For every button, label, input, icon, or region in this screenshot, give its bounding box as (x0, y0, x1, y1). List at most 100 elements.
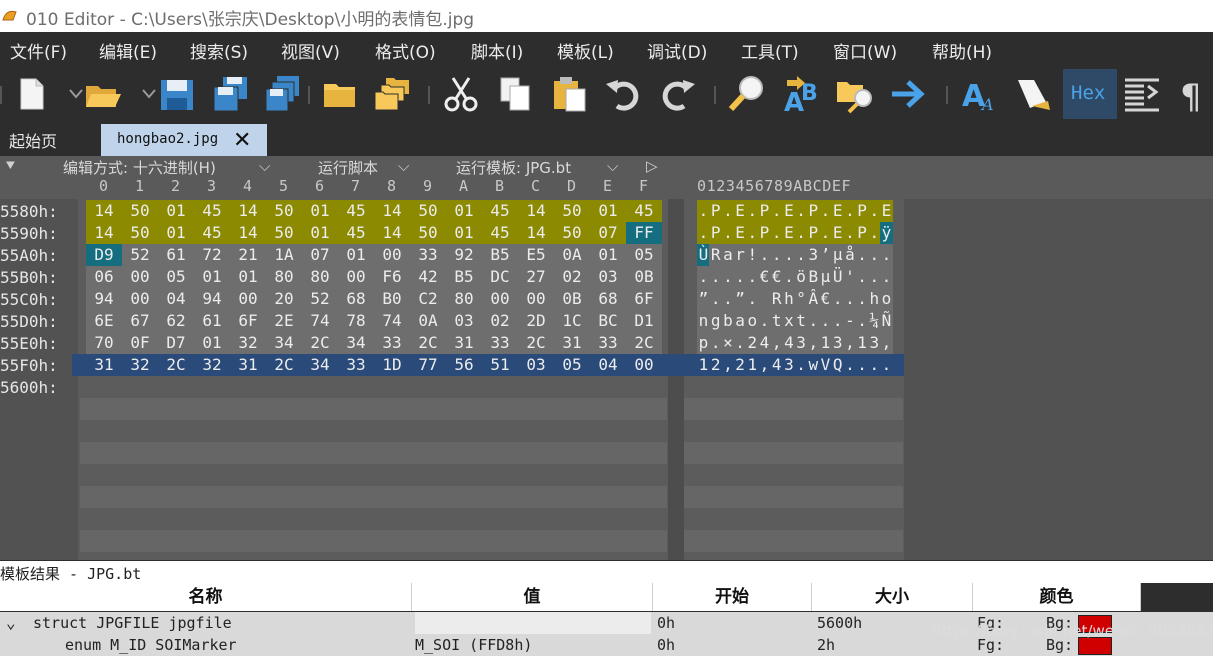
text-char[interactable]: . (868, 354, 881, 376)
hex-byte[interactable]: 50 (122, 200, 158, 222)
text-char[interactable]: R (770, 288, 784, 310)
text-char[interactable]: . (867, 244, 881, 266)
hex-byte[interactable]: 01 (230, 266, 266, 288)
hex-byte[interactable]: 6F (626, 288, 662, 310)
hex-byte[interactable]: 31 (554, 332, 590, 354)
find-icon[interactable] (727, 74, 767, 114)
text-char[interactable]: o (880, 288, 893, 310)
hex-byte[interactable]: 2C (518, 332, 554, 354)
text-char[interactable]: 2 (709, 354, 722, 376)
menu-edit[interactable]: 编辑(E) (99, 38, 157, 63)
hex-byte[interactable]: 00 (374, 244, 410, 266)
hex-byte[interactable]: 00 (230, 288, 266, 310)
text-char[interactable]: 3 (867, 332, 881, 354)
hex-byte[interactable]: 20 (266, 288, 302, 310)
goto-icon[interactable] (888, 74, 928, 114)
hex-byte[interactable]: E5 (518, 244, 554, 266)
text-char[interactable]: p (697, 332, 710, 354)
text-char[interactable]: . (697, 200, 710, 222)
pane-divider[interactable] (668, 199, 684, 560)
text-char[interactable]: € (819, 288, 832, 310)
text-char[interactable]: . (880, 354, 893, 376)
text-char[interactable]: ¼ (867, 310, 881, 332)
tab-hongbao2[interactable]: hongbao2.jpg ✕ (101, 124, 267, 156)
open-workspace-icon[interactable] (320, 74, 360, 114)
hex-byte[interactable]: 2D (518, 310, 554, 332)
hex-byte[interactable]: 1A (266, 244, 302, 266)
text-char[interactable]: . (819, 310, 832, 332)
hex-byte[interactable]: 21 (230, 244, 266, 266)
hex-byte[interactable]: 77 (410, 354, 446, 376)
text-char[interactable]: Q (831, 354, 844, 376)
hex-byte[interactable]: 6E (86, 310, 122, 332)
text-char[interactable]: 1 (819, 332, 832, 354)
replace-icon[interactable]: AB (783, 74, 823, 114)
menu-file[interactable]: 文件(F) (10, 38, 67, 63)
hex-byte[interactable]: 42 (410, 266, 446, 288)
close-icon[interactable]: ✕ (233, 130, 251, 152)
chevron-down-icon[interactable] (128, 74, 156, 114)
text-char[interactable]: ’ (819, 244, 832, 266)
hex-byte[interactable]: 14 (86, 200, 122, 222)
text-char[interactable]: . (721, 266, 735, 288)
text-char[interactable]: . (855, 288, 869, 310)
hex-byte[interactable]: 45 (482, 222, 518, 244)
text-char[interactable]: 4 (782, 332, 796, 354)
hex-byte[interactable]: 00 (338, 266, 374, 288)
hex-byte[interactable]: 94 (194, 288, 230, 310)
hex-byte[interactable]: FF (626, 222, 662, 244)
hex-byte[interactable]: 52 (302, 288, 338, 310)
hex-byte[interactable]: 45 (626, 200, 662, 222)
run-template-button[interactable]: 运行模板: JPG.bt (456, 157, 571, 178)
hex-byte[interactable]: 02 (482, 310, 518, 332)
hex-byte[interactable]: 78 (338, 310, 374, 332)
text-char[interactable]: - (843, 310, 857, 332)
hex-byte[interactable]: 68 (338, 288, 374, 310)
hex-byte[interactable]: DC (482, 266, 518, 288)
text-char[interactable]: € (758, 266, 771, 288)
chevron-down-icon[interactable]: ⌵ (398, 157, 409, 175)
text-char[interactable]: 4 (770, 354, 783, 376)
hex-byte[interactable]: D7 (158, 332, 194, 354)
hex-byte[interactable]: 02 (554, 266, 590, 288)
hex-byte[interactable]: 07 (590, 222, 626, 244)
chevron-down-icon[interactable] (55, 74, 83, 114)
hex-byte[interactable]: 31 (86, 354, 122, 376)
hex-byte[interactable]: 33 (410, 244, 446, 266)
hex-byte[interactable]: 01 (590, 244, 626, 266)
header-start[interactable]: 开始 (653, 583, 812, 611)
hex-byte[interactable]: 0A (410, 310, 446, 332)
find-in-files-icon[interactable] (835, 74, 875, 114)
hex-byte[interactable]: 31 (230, 354, 266, 376)
hex-byte[interactable]: BC (590, 310, 626, 332)
text-char[interactable]: . (831, 310, 845, 332)
hex-byte[interactable]: 34 (266, 332, 302, 354)
text-char[interactable]: € (770, 266, 784, 288)
text-char[interactable]: . (721, 288, 735, 310)
text-char[interactable]: t (794, 310, 808, 332)
text-char[interactable]: Ù (697, 244, 710, 266)
chevron-down-icon[interactable]: ⌵ (607, 157, 618, 175)
hex-byte[interactable]: 50 (410, 200, 446, 222)
text-char[interactable]: . (880, 244, 893, 266)
text-char[interactable]: ” (697, 288, 710, 310)
hex-byte[interactable]: 1D (374, 354, 410, 376)
text-char[interactable]: . (831, 288, 845, 310)
chevron-down-icon[interactable]: ⌵ (259, 157, 270, 175)
hex-byte[interactable]: 80 (446, 288, 482, 310)
text-char[interactable]: 4 (758, 332, 771, 354)
hex-byte[interactable]: 45 (338, 222, 374, 244)
text-char[interactable]: . (867, 200, 881, 222)
hex-byte[interactable]: 05 (626, 244, 662, 266)
hex-byte[interactable]: 03 (518, 354, 554, 376)
text-char[interactable]: . (855, 244, 869, 266)
hex-byte[interactable]: 52 (122, 244, 158, 266)
header-size[interactable]: 大小 (812, 583, 973, 611)
text-char[interactable]: E (831, 200, 845, 222)
hex-byte[interactable]: 51 (482, 354, 518, 376)
hex-byte[interactable]: 0B (554, 288, 590, 310)
text-char[interactable]: t (770, 310, 784, 332)
expand-icon[interactable]: ⌄ (6, 612, 16, 634)
hex-byte[interactable]: 01 (302, 222, 338, 244)
text-char[interactable]: . (770, 244, 784, 266)
